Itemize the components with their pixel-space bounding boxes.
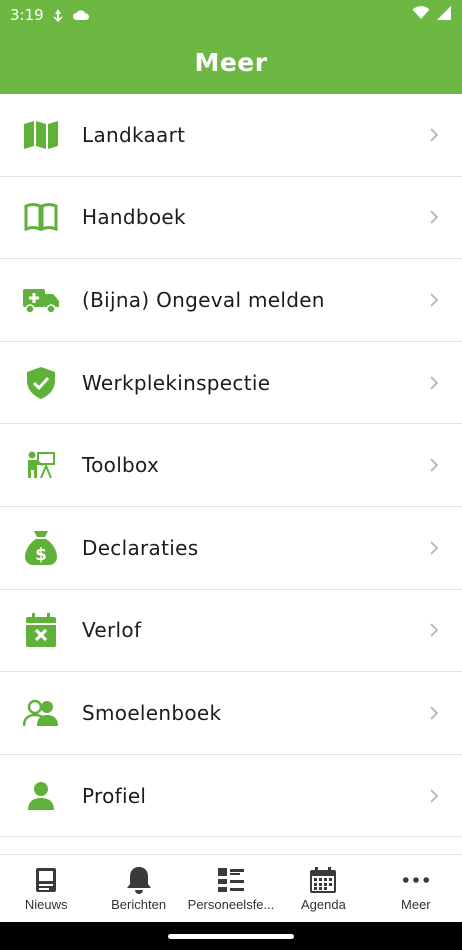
- users-icon: [22, 694, 60, 732]
- menu-item-werkplekinspectie[interactable]: Werkplekinspectie: [0, 342, 462, 425]
- shield-check-icon: [22, 364, 60, 402]
- calendar-icon: [309, 866, 337, 894]
- bottom-nav: Nieuws Berichten Personeelsfe... Agenda …: [0, 854, 462, 922]
- svg-text:$: $: [35, 545, 47, 565]
- chevron-right-icon: [428, 788, 440, 804]
- map-icon: [22, 116, 60, 154]
- menu-item-label: Verlof: [82, 618, 142, 643]
- menu-item-label: Landkaart: [82, 122, 186, 147]
- nav-label: Berichten: [111, 896, 167, 912]
- menu-item-label: Smoelenboek: [82, 700, 222, 725]
- bell-icon: [125, 866, 153, 894]
- list-icon: [217, 866, 245, 894]
- wifi-icon: [412, 6, 430, 24]
- menu-list: Landkaart Handboek (Bijna) Ongeval melde…: [0, 94, 462, 854]
- menu-item-verlof[interactable]: Verlof: [0, 590, 462, 673]
- signal-icon: [436, 5, 452, 25]
- nav-label: Agenda: [301, 896, 346, 912]
- menu-item-toolbox[interactable]: Toolbox: [0, 424, 462, 507]
- status-time: 3:19: [10, 6, 44, 24]
- menu-item-label: Profiel: [82, 783, 147, 808]
- nav-label: Meer: [401, 896, 431, 912]
- home-gesture-handle[interactable]: [168, 933, 294, 939]
- status-bar: 3:19: [0, 0, 462, 30]
- menu-item-smoelenboek[interactable]: Smoelenboek: [0, 672, 462, 755]
- book-icon: [22, 198, 60, 236]
- presentation-icon: [22, 446, 60, 484]
- chevron-right-icon: [428, 705, 440, 721]
- nav-item-berichten[interactable]: Berichten: [92, 855, 184, 922]
- nav-label: Personeelsfe...: [187, 896, 275, 912]
- menu-item-handboek[interactable]: Handboek: [0, 177, 462, 260]
- menu-item-label: Handboek: [82, 205, 186, 230]
- nav-item-agenda[interactable]: Agenda: [277, 855, 369, 922]
- app-header: Meer: [0, 30, 462, 94]
- menu-item-label: Toolbox: [82, 453, 160, 478]
- chevron-right-icon: [428, 457, 440, 473]
- menu-item-declaraties[interactable]: $ Declaraties: [0, 507, 462, 590]
- chevron-right-icon: [428, 127, 440, 143]
- newspaper-icon: [32, 866, 60, 894]
- menu-item-profiel[interactable]: Profiel: [0, 755, 462, 838]
- money-bag-icon: $: [22, 529, 60, 567]
- nav-label: Nieuws: [24, 896, 68, 912]
- chevron-right-icon: [428, 292, 440, 308]
- menu-item-label: Declaraties: [82, 535, 199, 560]
- data-saver-icon: [52, 8, 64, 22]
- nav-item-nieuws[interactable]: Nieuws: [0, 855, 92, 922]
- calendar-x-icon: [22, 611, 60, 649]
- menu-item-label: Werkplekinspectie: [82, 370, 271, 395]
- menu-item-ongeval-melden[interactable]: (Bijna) Ongeval melden: [0, 259, 462, 342]
- nav-item-meer[interactable]: Meer: [370, 855, 462, 922]
- more-icon: [402, 866, 430, 894]
- chevron-right-icon: [428, 540, 440, 556]
- ambulance-icon: [22, 281, 60, 319]
- chevron-right-icon: [428, 375, 440, 391]
- gesture-bar: [0, 922, 462, 950]
- chevron-right-icon: [428, 209, 440, 225]
- menu-item-label: (Bijna) Ongeval melden: [82, 287, 325, 312]
- chevron-right-icon: [428, 622, 440, 638]
- user-icon: [22, 777, 60, 815]
- cloud-icon: [72, 9, 90, 21]
- page-title: Meer: [194, 47, 268, 77]
- nav-item-personeelsfeed[interactable]: Personeelsfe...: [185, 855, 277, 922]
- menu-item-landkaart[interactable]: Landkaart: [0, 94, 462, 177]
